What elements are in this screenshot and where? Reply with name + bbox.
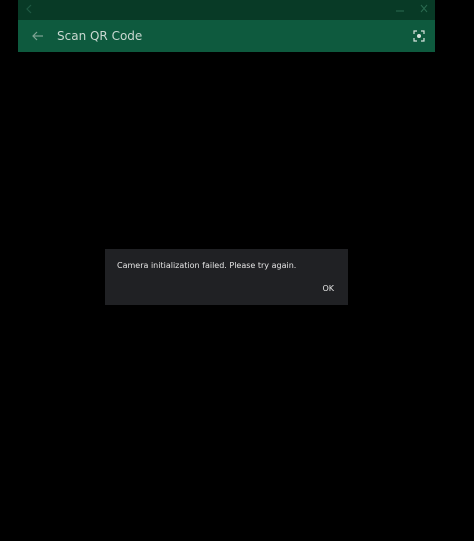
window-controls bbox=[395, 3, 429, 19]
ok-button[interactable]: OK bbox=[322, 283, 334, 294]
back-button[interactable] bbox=[28, 26, 48, 46]
error-dialog: Camera initialization failed. Please try… bbox=[105, 249, 348, 305]
titlebar-back-icon[interactable] bbox=[24, 3, 34, 15]
arrow-left-icon bbox=[32, 31, 43, 41]
window-titlebar bbox=[18, 0, 435, 20]
close-icon[interactable] bbox=[419, 3, 429, 19]
page-title: Scan QR Code bbox=[57, 29, 143, 43]
screen: Scan QR Code Camera initialization faile… bbox=[0, 0, 474, 541]
qr-scan-icon bbox=[413, 30, 425, 42]
dialog-message: Camera initialization failed. Please try… bbox=[117, 261, 297, 270]
app-bar: Scan QR Code bbox=[18, 20, 435, 52]
scan-mode-button[interactable] bbox=[411, 28, 427, 44]
minimize-icon[interactable] bbox=[395, 3, 405, 19]
